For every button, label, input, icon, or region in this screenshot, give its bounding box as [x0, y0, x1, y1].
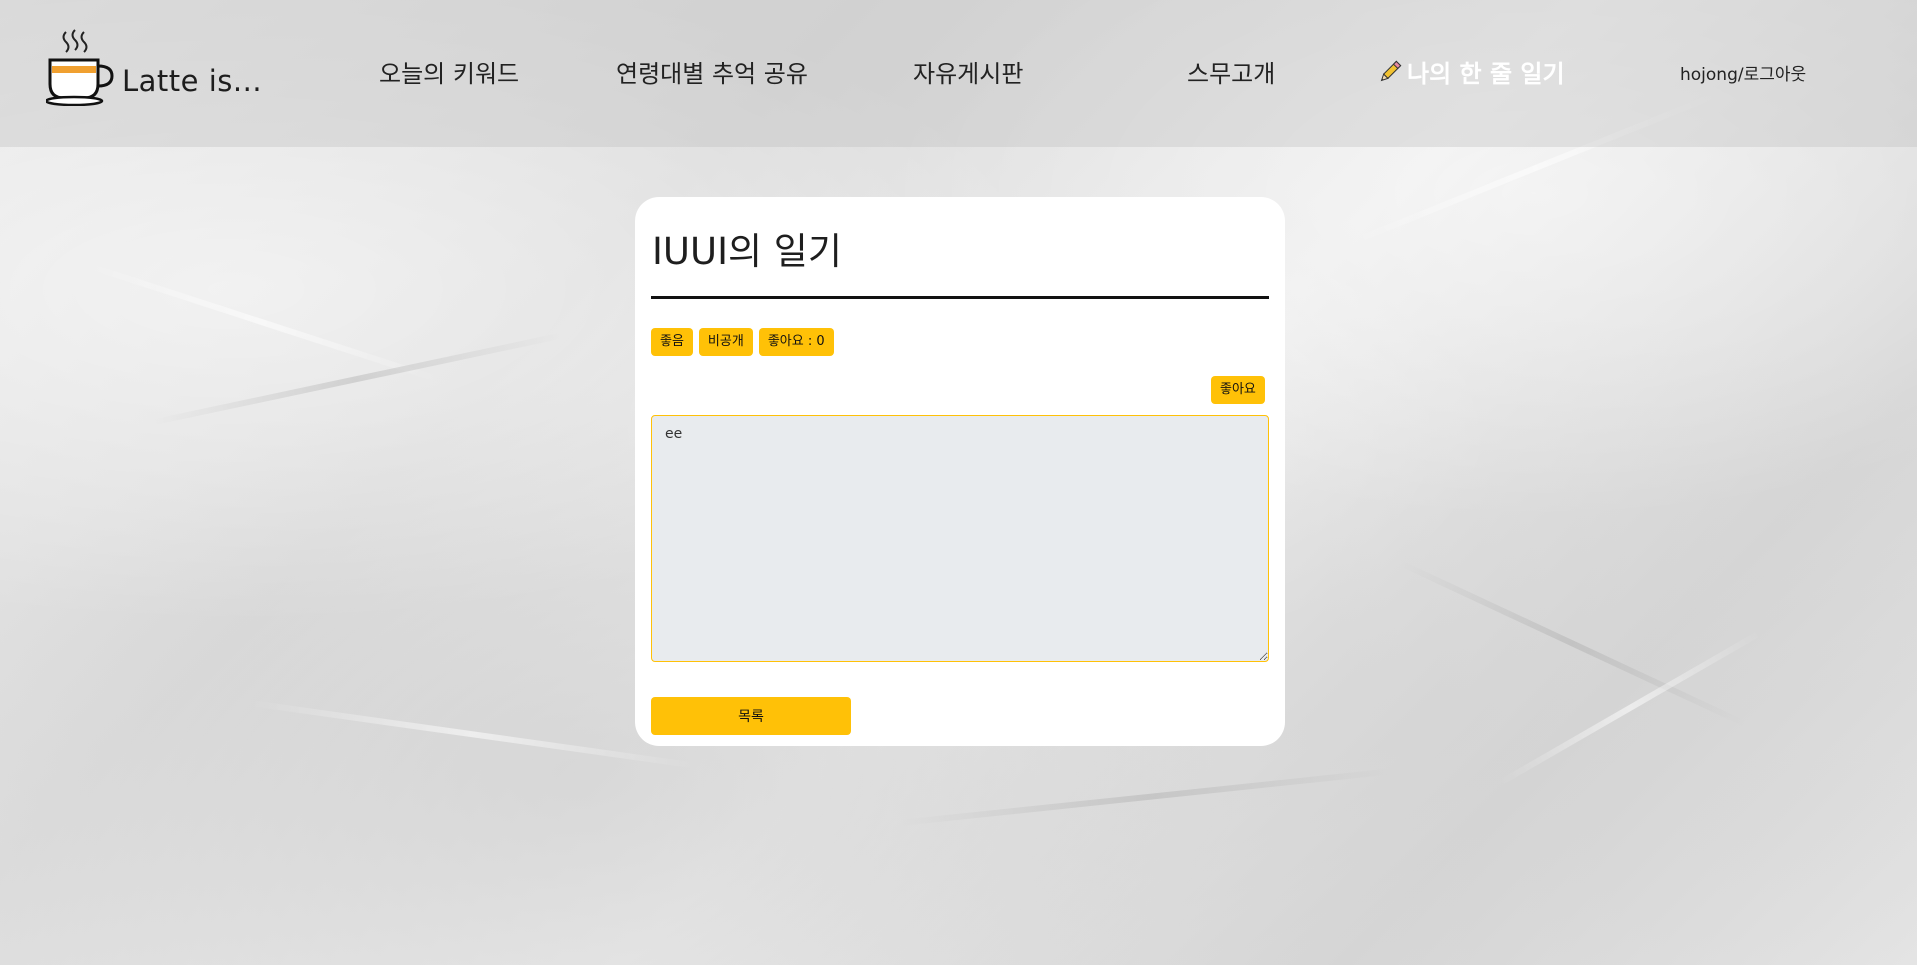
diary-title: IUUI의 일기	[652, 230, 842, 273]
nav-item-my-diary[interactable]: 나의 한 줄 일기	[1377, 54, 1565, 89]
diary-card: IUUI의 일기 좋음 비공개 좋아요 : 0 좋아요 ee 목록	[635, 197, 1285, 746]
top-header: Latte is... 오늘의 키워드 연령대별 추억 공유 자유게시판 스무고…	[0, 0, 1917, 147]
title-divider	[651, 296, 1269, 299]
diary-badges: 좋음 비공개 좋아요 : 0	[651, 328, 834, 356]
nav-item-my-diary-label: 나의 한 줄 일기	[1407, 60, 1565, 88]
site-logo[interactable]: Latte is...	[46, 28, 262, 106]
coffee-cup-icon	[46, 29, 114, 106]
user-logout-link[interactable]: hojong/로그아웃	[1680, 60, 1806, 85]
nav-item-twenty-questions[interactable]: 스무고개	[1187, 54, 1275, 89]
visibility-badge: 비공개	[698, 328, 753, 356]
nav-item-free-board[interactable]: 자유게시판	[913, 54, 1023, 89]
list-button[interactable]: 목록	[651, 697, 851, 735]
nav-item-memory-share[interactable]: 연령대별 추억 공유	[616, 54, 808, 89]
pencil-icon	[1380, 60, 1402, 81]
diary-content-textarea[interactable]: ee	[651, 415, 1269, 662]
logo-text: Latte is...	[122, 64, 263, 98]
like-button[interactable]: 좋아요	[1211, 376, 1265, 404]
mood-badge: 좋음	[651, 328, 693, 356]
nav-item-keyword[interactable]: 오늘의 키워드	[379, 54, 519, 89]
likes-count-badge: 좋아요 : 0	[758, 328, 834, 356]
